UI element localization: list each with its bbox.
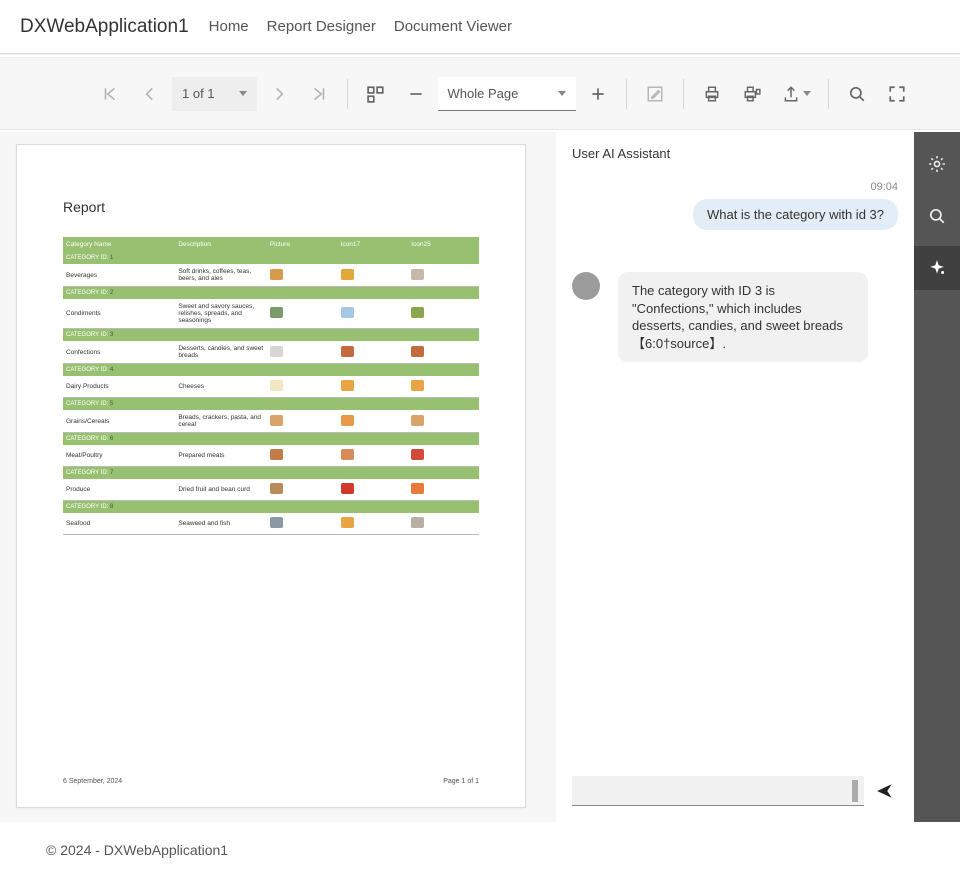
chat-title: User AI Assistant [572,146,898,161]
column-header: Description [175,237,267,252]
chevron-down-icon [803,91,811,96]
item-icon [270,449,283,460]
item-icon [270,380,283,391]
toolbar: 1 of 1 Whole Page [0,58,960,130]
group-row: CATEGORY ID: 4 [63,364,479,377]
chevron-down-icon [558,91,566,96]
ai-assistant-button[interactable] [914,246,960,290]
item-icon [341,517,354,528]
zoom-in-button[interactable] [580,76,616,112]
last-page-button[interactable] [301,76,337,112]
item-icon [341,269,354,280]
send-button[interactable] [872,778,898,804]
chevron-down-icon [239,91,247,96]
table-row: Grains/CerealsBreads, crackers, pasta, a… [63,410,479,433]
group-row: CATEGORY ID: 3 [63,329,479,342]
item-icon [411,307,424,318]
document-area: Report Category NameDescriptionPictureIc… [0,132,542,822]
zoom-selector-value: Whole Page [448,86,519,101]
item-icon [341,449,354,460]
item-icon [341,346,354,357]
user-message: What is the category with id 3? [693,199,898,230]
item-icon [411,269,424,280]
table-header-row: Category NameDescriptionPictureIcon17Ico… [63,237,479,252]
item-icon [411,346,424,357]
zoom-selector[interactable]: Whole Page [438,77,577,111]
right-sidebar [914,132,960,822]
group-row: CATEGORY ID: 1 [63,252,479,264]
item-icon [411,517,424,528]
print-page-button[interactable] [734,76,770,112]
item-icon [270,346,283,357]
table-row: CondimentsSweet and savory sauces, relis… [63,299,479,329]
column-header: Icon25 [408,237,479,252]
report-page[interactable]: Report Category NameDescriptionPictureIc… [16,144,526,808]
search-button[interactable] [839,76,875,112]
item-icon [270,483,283,494]
next-page-button[interactable] [261,76,297,112]
chat-timestamp: 09:04 [572,181,898,193]
group-row: CATEGORY ID: 8 [63,501,479,514]
assistant-message: The category with ID 3 is "Confections,"… [618,272,868,362]
item-icon [341,380,354,391]
brand: DXWebApplication1 [20,16,189,38]
export-button[interactable] [774,76,818,112]
multipage-button[interactable] [358,76,394,112]
first-page-button[interactable] [92,76,128,112]
settings-button[interactable] [914,142,960,186]
item-icon [341,415,354,426]
page-selector-value: 1 of 1 [182,86,215,101]
group-row: CATEGORY ID: 2 [63,287,479,300]
zoom-out-button[interactable] [398,76,434,112]
item-icon [270,269,283,280]
table-row: Dairy ProductsCheeses [63,376,479,398]
item-icon [270,307,283,318]
item-icon [411,415,424,426]
column-header: Icon17 [338,237,409,252]
report-table: Category NameDescriptionPictureIcon17Ico… [63,237,479,535]
group-row: CATEGORY ID: 5 [63,398,479,411]
group-row: CATEGORY ID: 7 [63,467,479,480]
nav-report-designer[interactable]: Report Designer [267,18,376,35]
nav-home[interactable]: Home [209,18,249,35]
report-page-number: Page 1 of 1 [443,778,479,785]
table-row: SeafoodSeaweed and fish [63,513,479,535]
item-icon [341,307,354,318]
chat-panel: User AI Assistant 09:04 What is the cate… [556,132,914,822]
fullscreen-button[interactable] [879,76,915,112]
prev-page-button[interactable] [132,76,168,112]
table-row: ProduceDried fruit and bean curd [63,479,479,501]
item-icon [411,483,424,494]
nav-document-viewer[interactable]: Document Viewer [394,18,512,35]
item-icon [270,415,283,426]
column-header: Category Name [63,237,175,252]
top-nav: DXWebApplication1 Home Report Designer D… [0,0,960,54]
item-icon [411,449,424,460]
table-row: BeveragesSoft drinks, coffees, teas, bee… [63,264,479,287]
item-icon [411,380,424,391]
page-footer: © 2024 - DXWebApplication1 [0,822,960,858]
report-title: Report [63,199,479,215]
table-row: ConfectionsDesserts, candies, and sweet … [63,341,479,364]
item-icon [270,517,283,528]
assistant-avatar [572,272,600,300]
chat-input[interactable] [572,776,864,806]
column-header: Picture [267,237,338,252]
group-row: CATEGORY ID: 6 [63,433,479,446]
table-row: Meat/PoultryPrepared meats [63,445,479,467]
item-icon [341,483,354,494]
edit-button[interactable] [637,76,673,112]
report-date: 6 September, 2024 [63,778,122,785]
page-selector[interactable]: 1 of 1 [172,77,257,111]
search-panel-button[interactable] [914,194,960,238]
print-button[interactable] [694,76,730,112]
